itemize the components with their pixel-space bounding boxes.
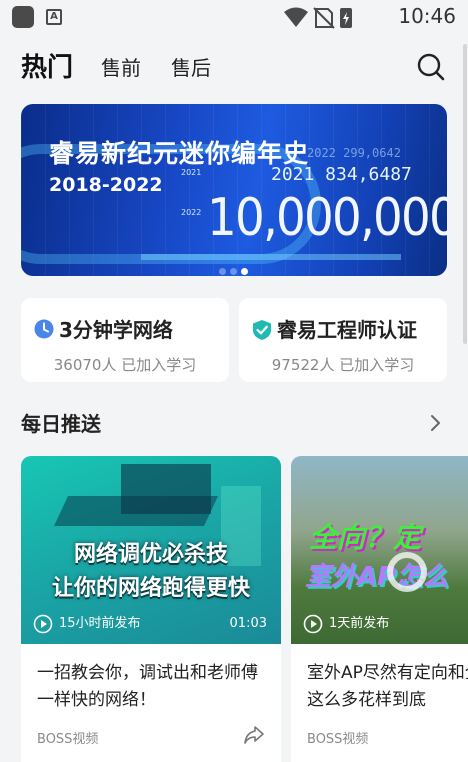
video-card[interactable]: 全向？定 室外AP怎么 1天前发布 室外AP尽然有定向和全向的！这么多花样到底 … (291, 456, 468, 762)
promo-banner[interactable]: 睿易新纪元迷你编年史 2018-2022 2021 2022 2022 299,… (21, 104, 447, 276)
card-subtitle: 36070人 已加入学习 (53, 356, 197, 374)
video-title: 一招教会你，调试出和老师傅一样快的网络！ (37, 663, 258, 710)
video-meta: 1天前发布 (303, 612, 389, 634)
play-circle-icon (33, 614, 53, 633)
chevron-right-icon[interactable] (430, 414, 442, 432)
banner-stat-big: 10,000,000 (207, 188, 447, 248)
thumbnail-shape (121, 464, 211, 514)
publish-time: 1天前发布 (329, 616, 390, 631)
video-source: BOSS视频 (307, 732, 369, 747)
play-circle-icon (303, 614, 323, 633)
tab-hot[interactable]: 热门 (21, 47, 73, 84)
no-sim-icon (313, 7, 335, 29)
card-3min-network[interactable]: 3分钟学网络 36070人 已加入学习 (21, 298, 229, 382)
notification-app-icon (12, 6, 34, 28)
banner-title: 睿易新纪元迷你编年史 (49, 139, 310, 168)
card-title: 睿易工程师认证 (277, 318, 417, 342)
carousel-indicator (219, 260, 252, 276)
status-bar: A 10:46 (0, 0, 468, 34)
play-overlay-icon[interactable] (387, 552, 427, 592)
video-duration: 01:03 (229, 616, 267, 631)
card-title: 3分钟学网络 (59, 318, 173, 342)
banner-stat-faded: 2022 299,0642 (307, 146, 401, 160)
thumbnail-caption: 全向？定 (309, 521, 422, 554)
top-nav: 热门 售前 售后 (0, 44, 468, 88)
scrollbar[interactable] (463, 44, 467, 344)
card-subtitle: 97522人 已加入学习 (271, 356, 415, 374)
banner-glow-line (141, 254, 401, 260)
video-card[interactable]: 网络调优必杀技 让你的网络跑得更快 15小时前发布 01:03 一招教会你，调试… (21, 456, 281, 762)
banner-year-label: 2022 (181, 208, 202, 217)
video-thumbnail[interactable]: 网络调优必杀技 让你的网络跑得更快 15小时前发布 01:03 (21, 456, 281, 644)
banner-year-range: 2018-2022 (49, 174, 163, 196)
thumbnail-caption: 让你的网络跑得更快 (51, 576, 250, 601)
carousel-dot[interactable] (230, 268, 237, 275)
wifi-icon (284, 7, 308, 27)
video-source: BOSS视频 (37, 732, 99, 747)
clock-icon (34, 319, 54, 339)
thumbnail-caption: 网络调优必杀技 (73, 542, 228, 567)
search-icon[interactable] (416, 52, 446, 82)
tab-presales[interactable]: 售前 (101, 52, 141, 81)
share-icon[interactable] (243, 724, 265, 746)
carousel-dot-active[interactable] (241, 268, 248, 275)
card-engineer-cert[interactable]: 睿易工程师认证 97522人 已加入学习 (239, 298, 447, 382)
banner-stat-small: 2021 834,6487 (271, 164, 412, 185)
tab-aftersales[interactable]: 售后 (171, 52, 211, 81)
battery-icon (340, 8, 352, 28)
banner-year-label: 2021 (181, 168, 202, 177)
status-icons (284, 7, 352, 29)
shield-check-icon (253, 320, 271, 340)
video-title: 室外AP尽然有定向和全向的！这么多花样到底 (307, 663, 468, 710)
app-a-icon: A (46, 9, 62, 25)
app-screen: A 10:46 热门 售前 售后 睿易新纪元迷你编年史 2018-2022 20… (0, 0, 468, 762)
clock: 10:46 (398, 4, 456, 28)
publish-time: 15小时前发布 (59, 616, 141, 631)
section-title: 每日推送 (21, 412, 101, 436)
video-meta: 15小时前发布 (33, 612, 141, 634)
carousel-dot[interactable] (219, 268, 226, 275)
video-thumbnail[interactable]: 全向？定 室外AP怎么 1天前发布 (291, 456, 468, 644)
